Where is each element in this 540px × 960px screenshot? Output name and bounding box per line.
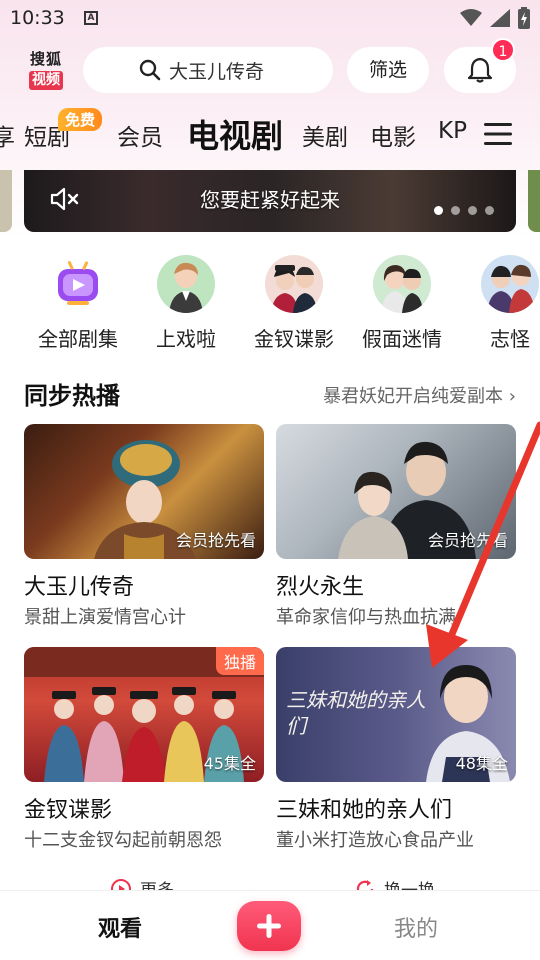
sohu-video-logo[interactable]: 搜狐 视频 bbox=[24, 50, 68, 92]
banner-dot bbox=[451, 206, 460, 215]
status-time: 10:33 bbox=[10, 7, 65, 29]
banner-next-peek[interactable] bbox=[528, 170, 540, 232]
status-icons bbox=[460, 7, 530, 29]
battery-icon bbox=[518, 7, 530, 29]
video-subtitle: 革命家信仰与热血抗满 bbox=[276, 607, 456, 628]
tab-item[interactable]: 享 bbox=[0, 118, 15, 152]
avatar-pair bbox=[265, 255, 323, 313]
poster-tag: 48集全 bbox=[455, 754, 508, 773]
status-bar: 10:33 A bbox=[0, 0, 540, 36]
section-more-text: 暴君妖妃开启纯爱副本 bbox=[323, 386, 504, 407]
bottom-navigation: 观看 我的 bbox=[0, 890, 540, 960]
section-title: 同步热播 bbox=[24, 382, 120, 410]
video-poster: 独播 45集全 bbox=[24, 647, 264, 782]
video-card[interactable]: 会员抢先看 烈火永生 革命家信仰与热血抗满 bbox=[276, 424, 516, 629]
filter-button[interactable]: 筛选 bbox=[347, 47, 429, 93]
section-more-link[interactable]: 暴君妖妃开启纯爱副本 › bbox=[323, 382, 516, 408]
video-poster: 三妹和她的亲人们 48集全 bbox=[276, 647, 516, 782]
tv-icon bbox=[49, 255, 107, 313]
category-mask-love[interactable]: 假面迷情 bbox=[347, 255, 457, 352]
section-actions-row: 更多 换一换 bbox=[0, 872, 540, 892]
wifi-icon bbox=[460, 9, 482, 26]
banner-carousel[interactable]: 您要赶紧好起来 bbox=[24, 170, 516, 232]
video-card[interactable]: 独播 45集全 金钗谍影 十二支金钗勾起前朝恩怨 bbox=[24, 647, 264, 852]
category-label: 志怪 bbox=[490, 327, 530, 351]
banner-pagination bbox=[434, 206, 494, 215]
banner-dot bbox=[434, 206, 443, 215]
tab-movie[interactable]: 电影 bbox=[370, 118, 416, 152]
category-row: 全部剧集 上戏啦 金钗谍影 假面迷情 志怪 bbox=[0, 255, 540, 355]
poster-title-art: 三妹和她的亲人们 bbox=[286, 688, 426, 738]
category-label: 全部剧集 bbox=[38, 327, 118, 351]
category-label: 金钗谍影 bbox=[254, 327, 334, 351]
tab-kp[interactable]: KP bbox=[438, 118, 467, 144]
search-text: 大玉儿传奇 bbox=[169, 60, 265, 83]
category-all-series[interactable]: 全部剧集 bbox=[23, 255, 133, 352]
video-subtitle: 十二支金钗勾起前朝恩怨 bbox=[24, 830, 222, 851]
logo-bottom-text: 视频 bbox=[29, 71, 63, 90]
video-card[interactable]: 三妹和她的亲人们 48集全 三妹和她的亲人们 董小米打造放心食品产业 bbox=[276, 647, 516, 852]
category-label: 假面迷情 bbox=[362, 327, 442, 351]
search-icon bbox=[139, 59, 161, 81]
chevron-right-icon: › bbox=[508, 386, 516, 407]
banner-dot bbox=[485, 206, 494, 215]
channel-tabs: 享 短剧 免费 会员 电视剧 美剧 电影 KP bbox=[0, 104, 540, 164]
menu-icon[interactable] bbox=[484, 122, 512, 146]
video-title: 金钗谍影 bbox=[24, 798, 113, 823]
video-title: 烈火永生 bbox=[276, 575, 365, 600]
exclusive-flag: 独播 bbox=[215, 647, 264, 675]
signal-icon bbox=[490, 9, 510, 27]
poster-tag: 会员抢先看 bbox=[427, 531, 508, 550]
banner-dot bbox=[468, 206, 477, 215]
tab-us-series[interactable]: 美剧 bbox=[302, 118, 348, 152]
free-badge: 免费 bbox=[58, 108, 103, 131]
tab-tv-series[interactable]: 电视剧 bbox=[187, 111, 283, 157]
category-shangxila[interactable]: 上戏啦 bbox=[131, 255, 241, 352]
upload-button[interactable] bbox=[237, 901, 301, 951]
video-title: 三妹和她的亲人们 bbox=[276, 798, 453, 823]
poster-tag: 会员抢先看 bbox=[175, 531, 256, 550]
category-zhiguai[interactable]: 志怪 bbox=[455, 255, 540, 352]
nav-mine[interactable]: 我的 bbox=[394, 911, 438, 943]
category-jinchai[interactable]: 金钗谍影 bbox=[239, 255, 349, 352]
video-subtitle: 董小米打造放心食品产业 bbox=[276, 830, 474, 851]
search-input[interactable]: 大玉儿传奇 bbox=[83, 47, 333, 93]
logo-top-text: 搜狐 bbox=[29, 50, 62, 68]
category-label: 上戏啦 bbox=[156, 327, 216, 351]
avatar-male bbox=[157, 255, 215, 313]
avatar-couple bbox=[373, 255, 431, 313]
plus-icon bbox=[257, 914, 281, 938]
bell-icon bbox=[467, 57, 493, 83]
video-title: 大玉儿传奇 bbox=[24, 575, 135, 600]
nav-watch[interactable]: 观看 bbox=[98, 911, 142, 943]
banner-prev-peek[interactable] bbox=[0, 170, 12, 232]
notification-icon: A bbox=[84, 11, 98, 25]
notification-badge: 1 bbox=[491, 38, 515, 62]
tab-vip[interactable]: 会员 bbox=[117, 118, 163, 152]
video-poster: 会员抢先看 bbox=[276, 424, 516, 559]
video-card[interactable]: 会员抢先看 大玉儿传奇 景甜上演爱情宫心计 bbox=[24, 424, 264, 629]
video-poster: 会员抢先看 bbox=[24, 424, 264, 559]
video-subtitle: 景甜上演爱情宫心计 bbox=[24, 607, 186, 628]
poster-tag: 45集全 bbox=[203, 754, 256, 773]
avatar-group bbox=[481, 255, 539, 313]
